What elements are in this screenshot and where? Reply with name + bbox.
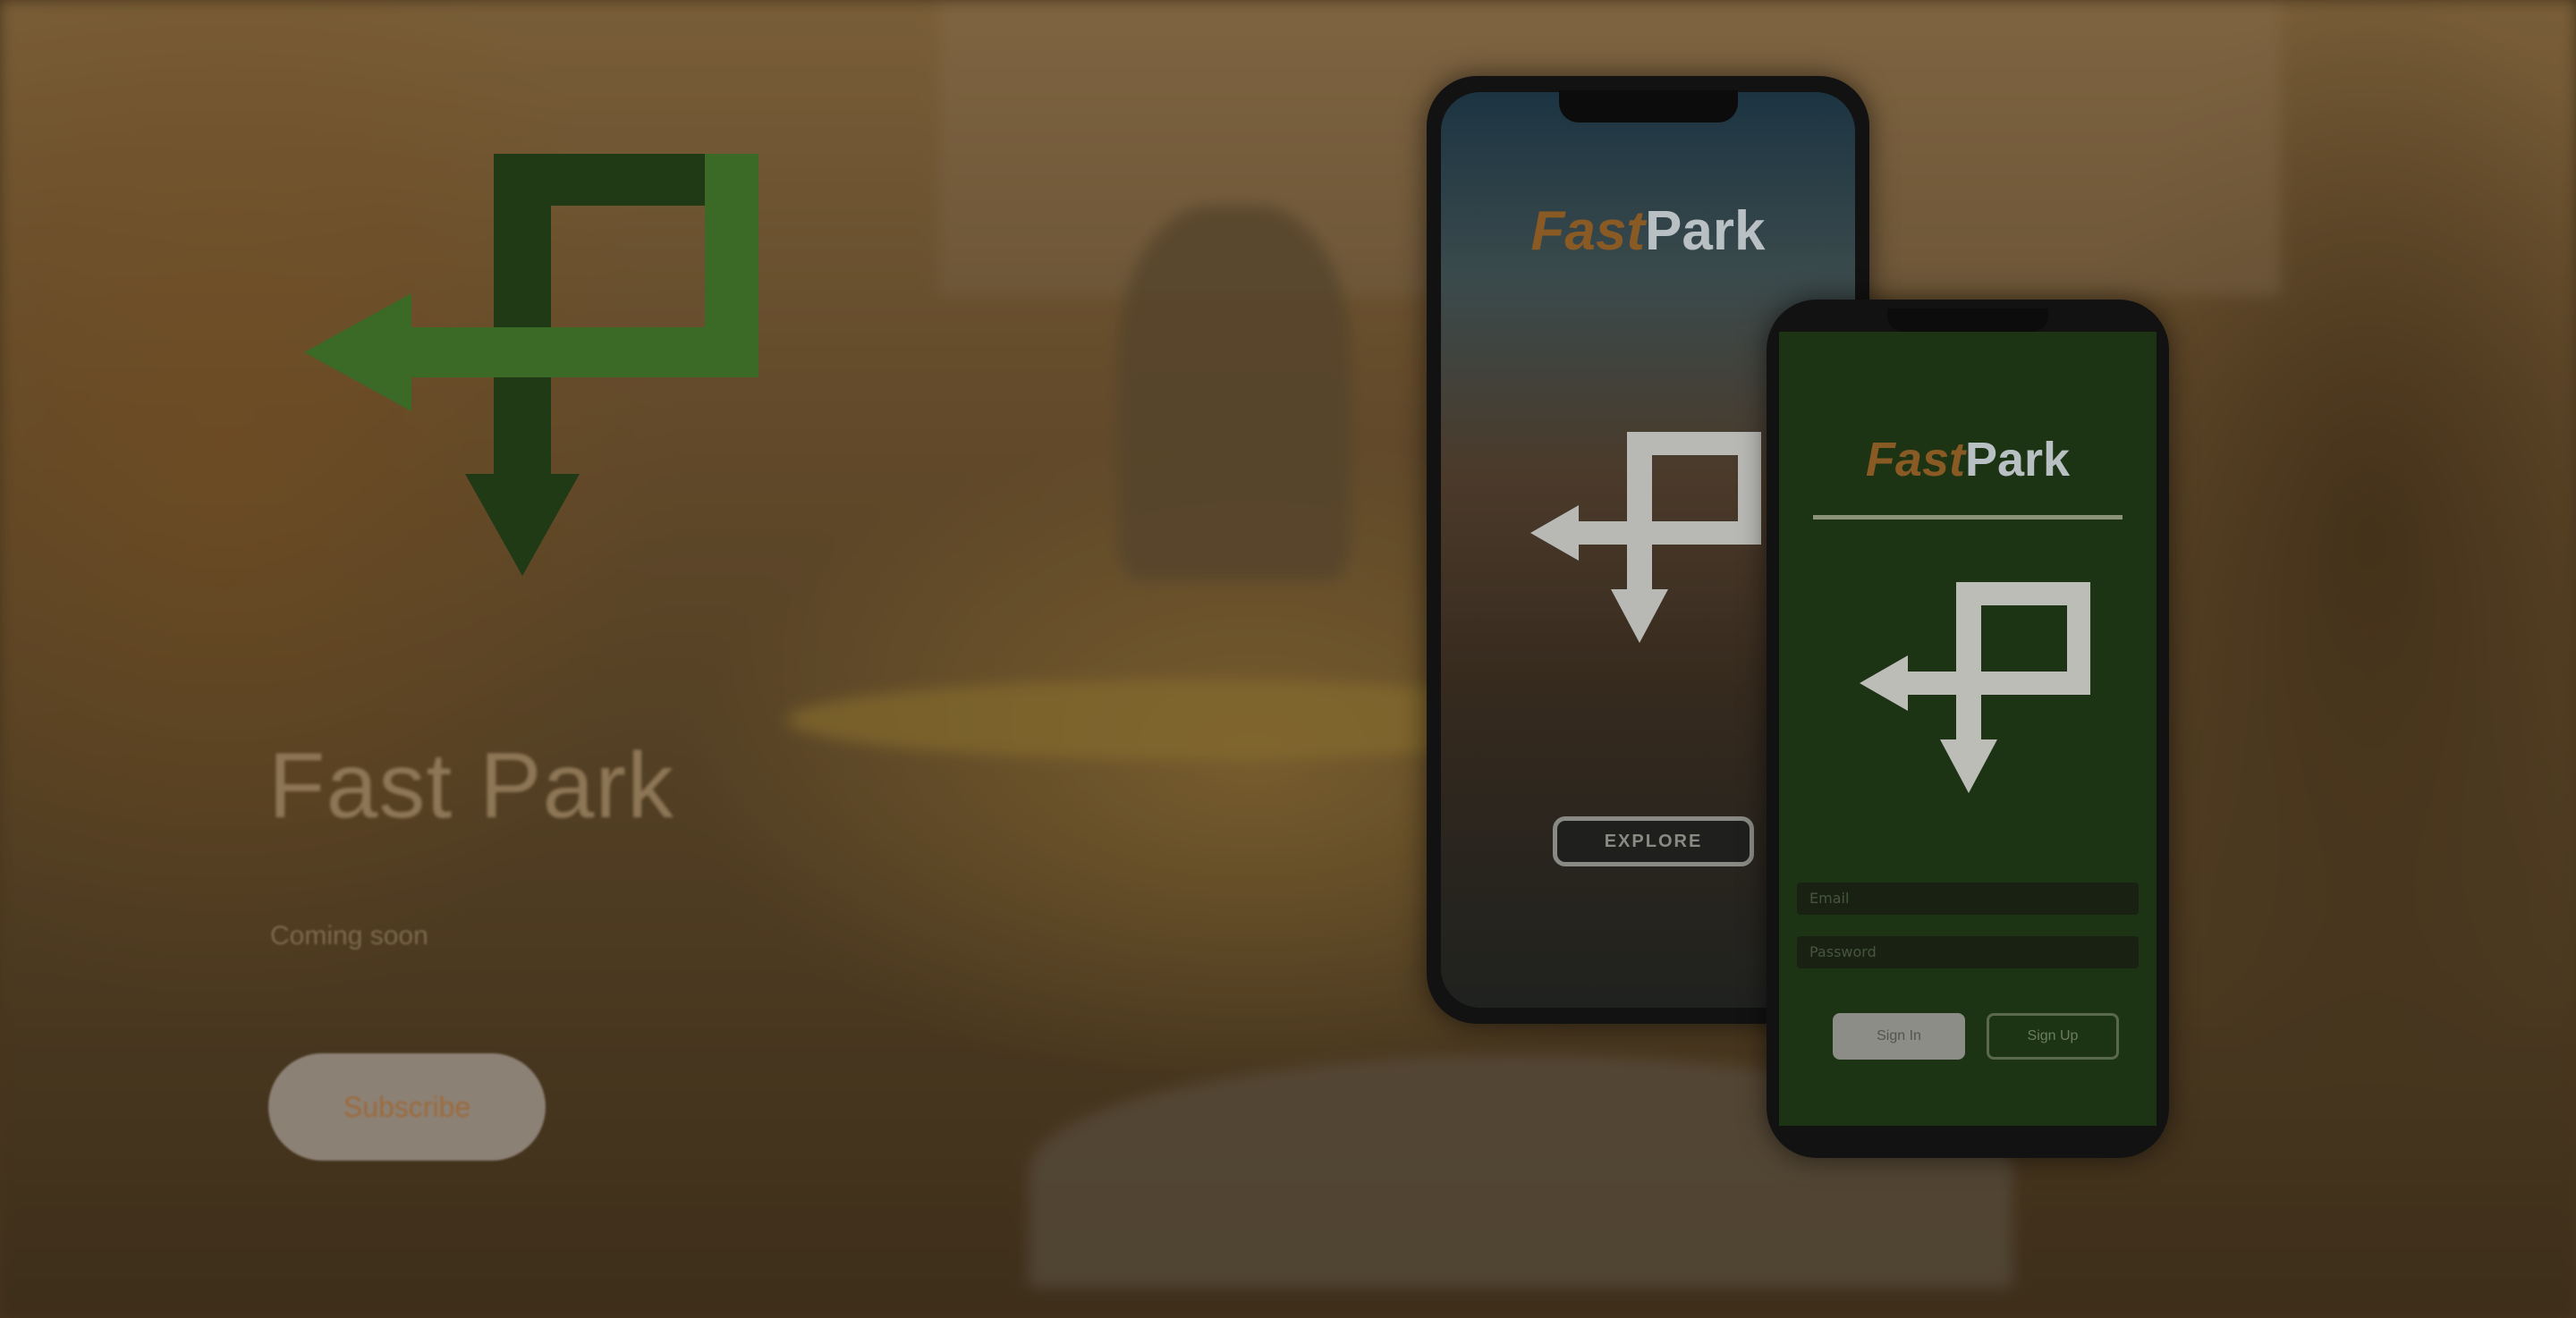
app-title-park: Park [1645,200,1766,262]
title-divider [1813,515,2123,520]
app-title-fast: Fast [1530,200,1646,262]
password-field[interactable]: Password [1797,936,2139,968]
phone-front-app-title: FastPark [1779,432,2157,487]
phone-back-explore-button[interactable]: EXPLORE [1553,816,1754,866]
phone-back-logo-icon [1530,432,1761,643]
sign-in-button[interactable]: Sign In [1833,1013,1965,1060]
app-title-fast: Fast [1865,433,1965,486]
hero-title: Fast Park [268,734,674,838]
phone-front-logo-icon [1860,582,2090,793]
phone-back-notch [1558,90,1738,123]
phone-mockup-front: FastPark Email Password Sign In Sign Up [1767,300,2169,1158]
phone-front-notch [1887,308,2048,332]
email-field[interactable]: Email [1797,883,2139,915]
hero-subtitle: Coming soon [270,921,428,950]
sign-up-button[interactable]: Sign Up [1987,1013,2119,1060]
app-title-park: Park [1964,433,2071,486]
phone-back-app-title: FastPark [1441,199,1855,263]
phone-front-screen: FastPark Email Password Sign In Sign Up [1779,332,2157,1126]
subscribe-button[interactable]: Subscribe [268,1053,546,1161]
fast-park-logo-icon [304,154,758,576]
